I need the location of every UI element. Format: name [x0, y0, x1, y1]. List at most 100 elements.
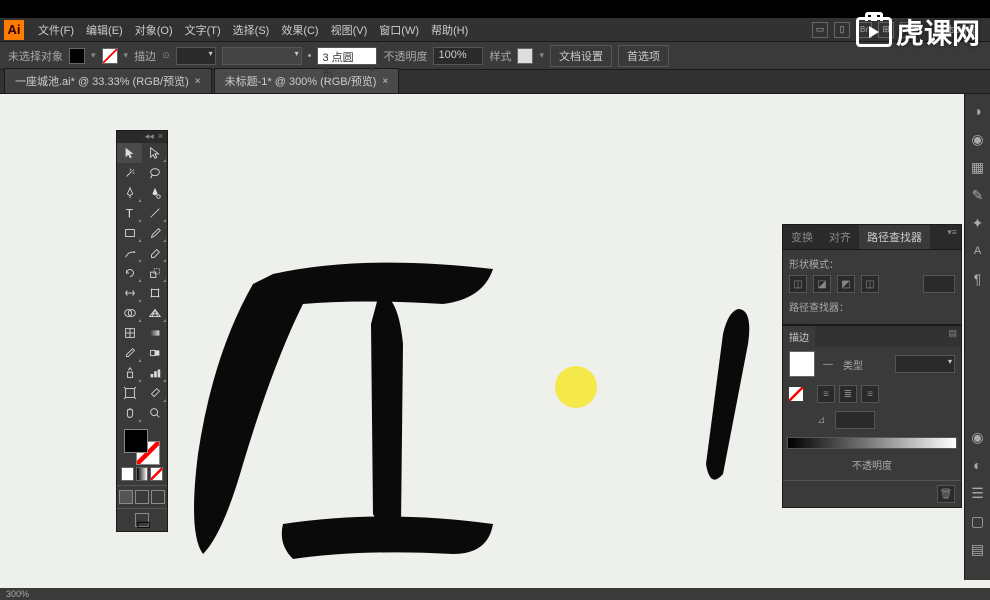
type-tool[interactable]: T	[117, 203, 142, 223]
layout-icon-1[interactable]: ▭	[812, 22, 828, 38]
free-transform-tool[interactable]	[142, 283, 167, 303]
align-tab[interactable]: 对齐	[821, 225, 859, 249]
rotate-tool[interactable]	[117, 263, 142, 283]
pathfinder-tab[interactable]: 路径查找器	[859, 225, 930, 249]
panel-menu-icon[interactable]: ▤	[944, 326, 961, 347]
menu-object[interactable]: 对象(O)	[129, 22, 179, 38]
panel-menu-icon[interactable]: ▾≡	[943, 225, 961, 249]
shape-builder-tool[interactable]	[117, 303, 142, 323]
mesh-tool[interactable]	[117, 323, 142, 343]
color-guide-panel-icon[interactable]: ◉	[969, 130, 987, 148]
align-icon[interactable]: ≡	[817, 385, 835, 403]
angle-input[interactable]	[835, 411, 875, 429]
menu-window[interactable]: 窗口(W)	[373, 22, 425, 38]
paintbrush-tool[interactable]	[142, 223, 167, 243]
style-swatch[interactable]	[517, 48, 533, 64]
gradient-bar[interactable]	[787, 437, 957, 449]
transform-tab[interactable]: 变换	[783, 225, 821, 249]
direct-selection-tool[interactable]	[142, 143, 167, 163]
align-icon[interactable]: ≡	[861, 385, 879, 403]
profile-dropdown[interactable]	[222, 47, 302, 65]
eyedropper-tool[interactable]	[117, 343, 142, 363]
appearance-panel-icon[interactable]: ◉	[969, 428, 987, 446]
paragraph-panel-icon[interactable]: ¶	[969, 270, 987, 288]
width-tool[interactable]	[117, 283, 142, 303]
artboard-tool[interactable]	[117, 383, 142, 403]
stroke-swatch[interactable]	[102, 48, 118, 64]
expand-button[interactable]	[923, 275, 955, 293]
opacity-input[interactable]: 100%	[433, 47, 483, 65]
shape-modes-label: 形状模式：	[789, 256, 955, 271]
document-tab-1[interactable]: 一座城池.ai* @ 33.33% (RGB/预览) ×	[4, 68, 212, 93]
color-mode-solid[interactable]	[121, 467, 134, 481]
menu-edit[interactable]: 编辑(E)	[80, 22, 129, 38]
color-mode-none[interactable]	[150, 467, 163, 481]
layout-icon-2[interactable]: ▯	[834, 22, 850, 38]
blend-tool[interactable]	[142, 343, 167, 363]
menu-select[interactable]: 选择(S)	[227, 22, 276, 38]
app-window: Ai 文件(F) 编辑(E) 对象(O) 文字(T) 选择(S) 效果(C) 视…	[0, 18, 990, 590]
artboards-panel-icon[interactable]: ▢	[969, 512, 987, 530]
swatches-panel-icon[interactable]: ▦	[969, 158, 987, 176]
scale-tool[interactable]	[142, 263, 167, 283]
color-mode-gradient[interactable]	[136, 467, 149, 481]
zoom-tool[interactable]	[142, 403, 167, 423]
type-dropdown[interactable]	[895, 355, 955, 373]
menu-view[interactable]: 视图(V)	[325, 22, 374, 38]
screen-mode-button[interactable]: ▭	[135, 513, 149, 527]
preferences-button[interactable]: 首选项	[618, 45, 669, 67]
rectangle-tool[interactable]	[117, 223, 142, 243]
menu-file[interactable]: 文件(F)	[32, 22, 80, 38]
menu-help[interactable]: 帮助(H)	[425, 22, 474, 38]
fill-color[interactable]	[124, 429, 148, 453]
layers-panel-icon[interactable]: ☰	[969, 484, 987, 502]
line-tool[interactable]	[142, 203, 167, 223]
gradient-tool[interactable]	[142, 323, 167, 343]
hand-tool[interactable]	[117, 403, 142, 423]
trash-icon[interactable]: 🗑	[937, 485, 955, 503]
yellow-circle	[555, 366, 597, 408]
lasso-tool[interactable]	[142, 163, 167, 183]
magic-wand-tool[interactable]	[117, 163, 142, 183]
slice-tool[interactable]	[142, 383, 167, 403]
draw-normal[interactable]	[119, 490, 133, 504]
perspective-grid-tool[interactable]	[142, 303, 167, 323]
stroke-tab[interactable]: 描边	[783, 326, 815, 347]
close-icon[interactable]: ×	[382, 76, 388, 87]
color-panel-icon[interactable]: ◑	[969, 102, 987, 120]
menu-type[interactable]: 文字(T)	[179, 22, 227, 38]
draw-inside[interactable]	[151, 490, 165, 504]
pen-tool[interactable]	[117, 183, 142, 203]
unite-button[interactable]: ◫	[789, 275, 807, 293]
intersect-button[interactable]: ◩	[837, 275, 855, 293]
selection-tool[interactable]	[117, 143, 142, 163]
stroke-none-icon[interactable]	[789, 387, 803, 401]
pathfinders-label: 路径查找器：	[789, 299, 955, 314]
collapse-icon[interactable]: ◂◂	[145, 131, 154, 143]
symbol-sprayer-tool[interactable]	[117, 363, 142, 383]
doc-setup-button[interactable]: 文档设置	[550, 45, 612, 67]
eraser-tool[interactable]	[142, 243, 167, 263]
character-panel-icon[interactable]: A	[969, 242, 987, 260]
symbols-panel-icon[interactable]: ✦	[969, 214, 987, 232]
brush-dropdown[interactable]: 3 点圆形	[317, 47, 377, 65]
toolbox: ◂◂ × T	[116, 130, 168, 532]
libraries-panel-icon[interactable]: ▤	[969, 540, 987, 558]
fill-swatch[interactable]	[69, 48, 85, 64]
graphic-styles-panel-icon[interactable]: ◐	[969, 456, 987, 474]
column-graph-tool[interactable]	[142, 363, 167, 383]
app-logo: Ai	[4, 20, 24, 40]
brushes-panel-icon[interactable]: ✎	[969, 186, 987, 204]
minus-front-button[interactable]: ◪	[813, 275, 831, 293]
exclude-button[interactable]: ◫	[861, 275, 879, 293]
close-icon[interactable]: ×	[158, 131, 163, 143]
menu-effect[interactable]: 效果(C)	[275, 22, 324, 38]
zoom-level[interactable]: 300%	[6, 589, 29, 599]
close-icon[interactable]: ×	[195, 76, 201, 87]
shaper-tool[interactable]	[117, 243, 142, 263]
curvature-tool[interactable]	[142, 183, 167, 203]
stroke-weight-dropdown[interactable]	[176, 47, 216, 65]
stroke-thumbnail[interactable]	[789, 351, 815, 377]
align-icon[interactable]: ≣	[839, 385, 857, 403]
draw-behind[interactable]	[135, 490, 149, 504]
